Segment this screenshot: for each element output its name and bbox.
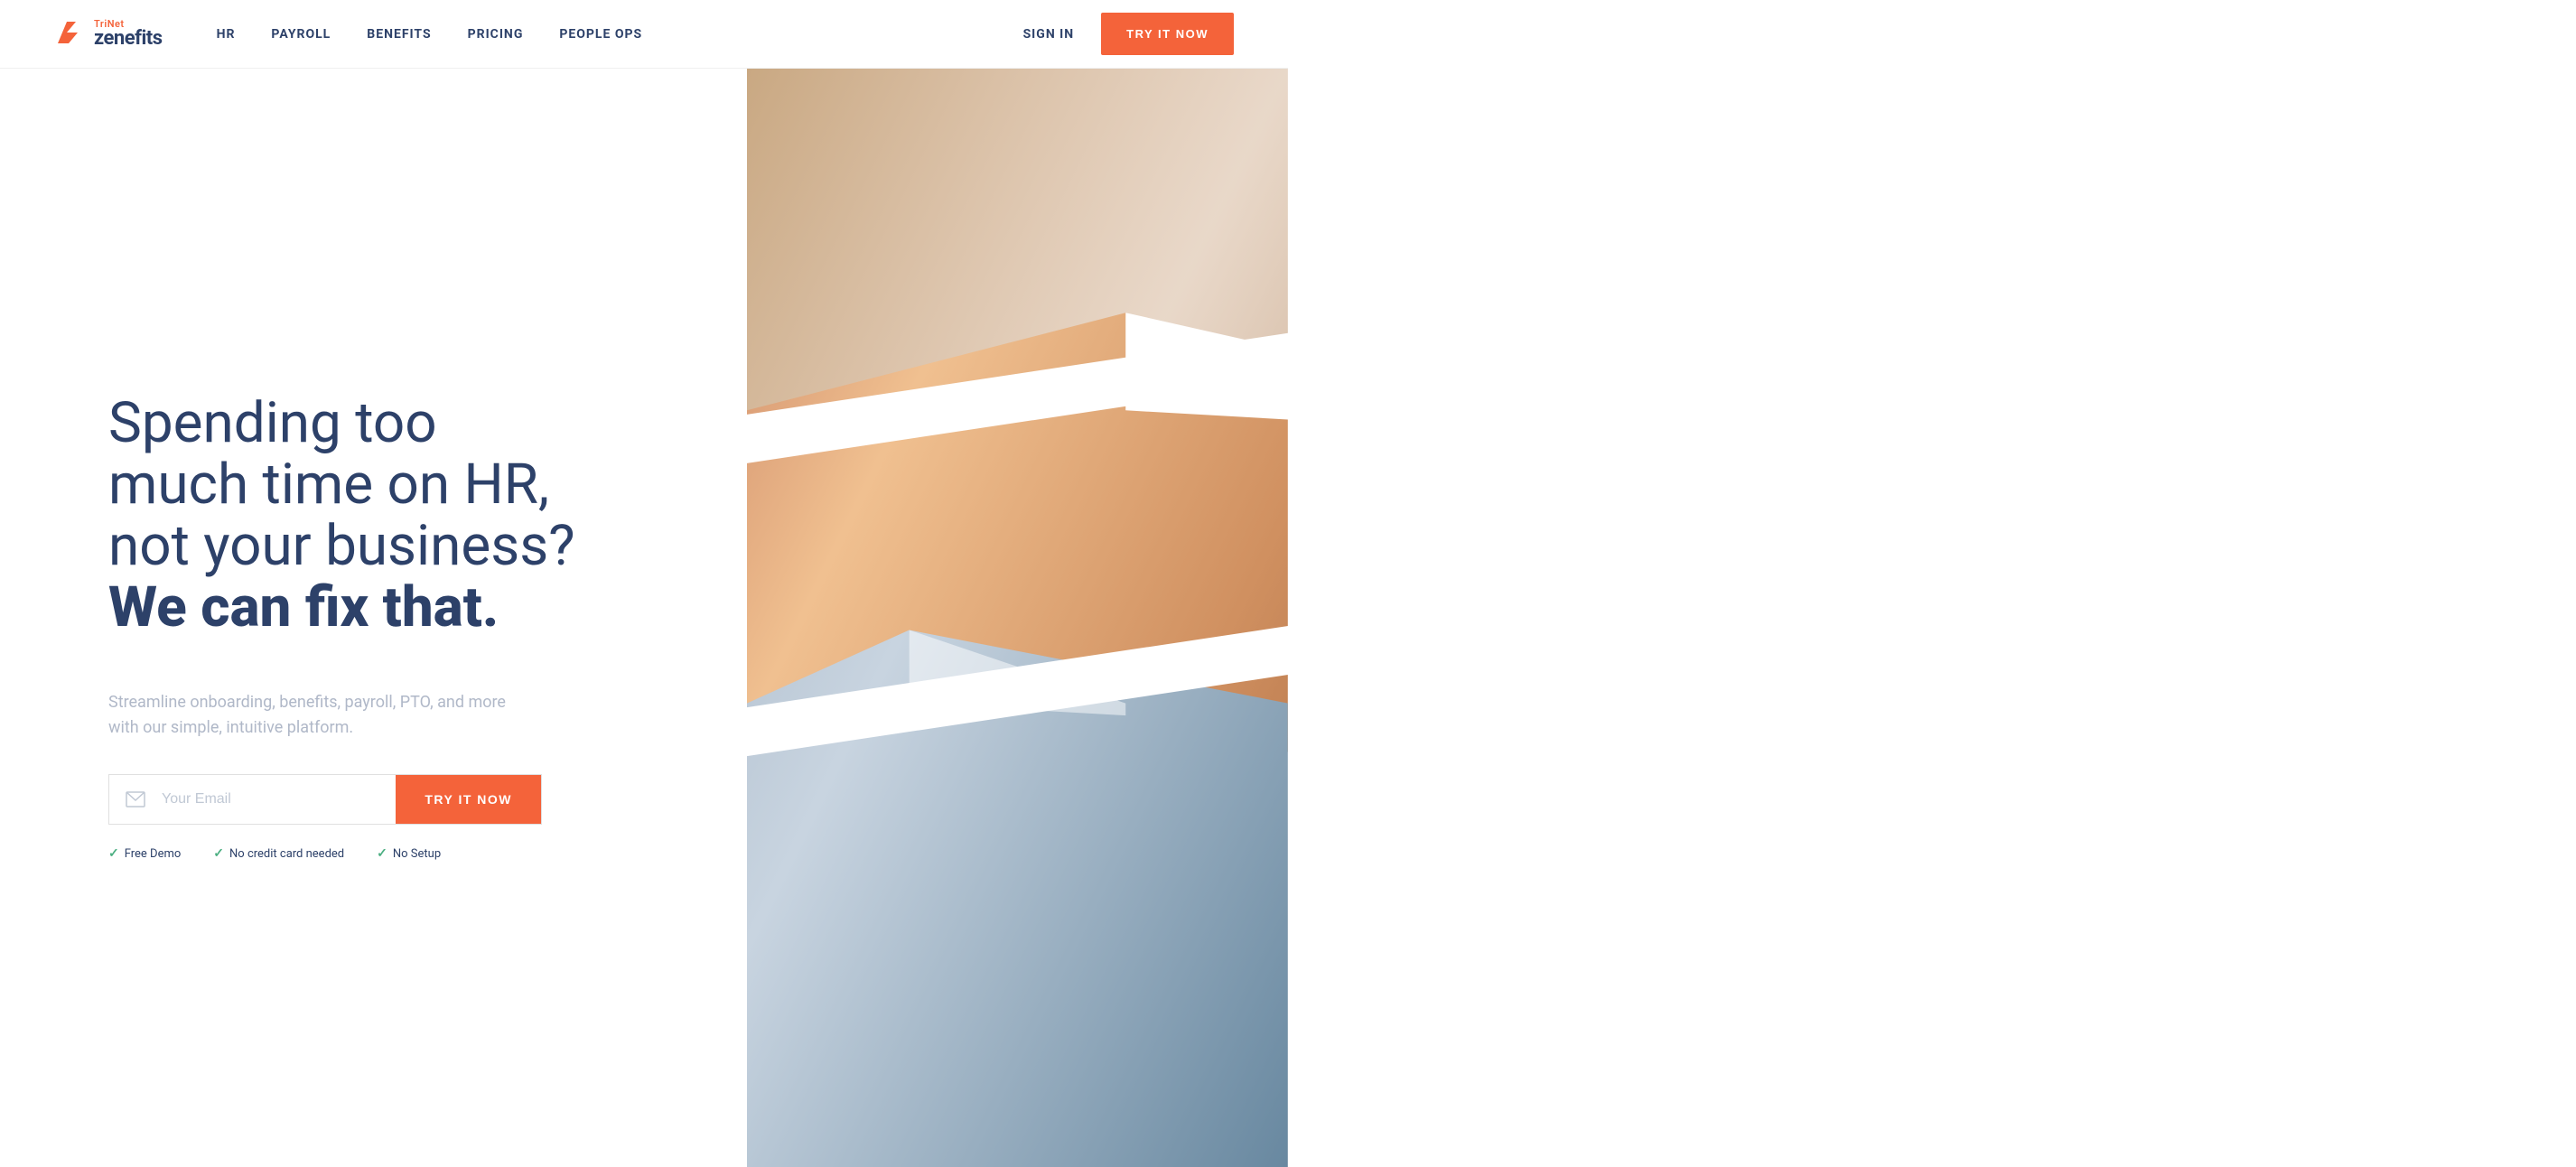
email-icon — [126, 791, 145, 808]
nav-right: SIGN IN TRY IT NOW — [1023, 13, 1234, 55]
z-shape-container — [747, 69, 1288, 1167]
nav-item-hr[interactable]: HR — [217, 27, 236, 42]
check-icon-3: ✓ — [377, 846, 387, 861]
z-shape-overlay — [747, 69, 1288, 1167]
logo-zenefits: zenefits — [94, 29, 163, 49]
nav-item-payroll[interactable]: PAYROLL — [271, 27, 331, 42]
hero-right — [747, 69, 1288, 1167]
perk-label-1: Free Demo — [125, 847, 182, 861]
hero-section: Spending too much time on HR, not your b… — [0, 69, 1288, 1167]
nav-item-people-ops[interactable]: PEOPLE OPS — [559, 27, 642, 42]
perk-no-credit-card: ✓ No credit card needed — [213, 846, 344, 861]
sign-in-link[interactable]: SIGN IN — [1023, 27, 1075, 42]
perks-list: ✓ Free Demo ✓ No credit card needed ✓ No… — [108, 846, 693, 861]
hero-left: Spending too much time on HR, not your b… — [0, 69, 747, 1167]
nav-item-benefits[interactable]: BENEFITS — [367, 27, 431, 42]
perk-no-setup: ✓ No Setup — [377, 846, 441, 861]
email-icon-wrap — [109, 775, 162, 824]
check-icon-1: ✓ — [108, 846, 119, 861]
perk-label-3: No Setup — [393, 847, 441, 861]
hero-headline: Spending too much time on HR, not your b… — [108, 393, 614, 640]
try-it-now-nav-button[interactable]: TRY IT NOW — [1101, 13, 1234, 55]
hero-headline-bold: We can fix that. — [108, 574, 499, 640]
check-icon-2: ✓ — [213, 846, 224, 861]
logo-icon — [54, 18, 87, 51]
perk-label-2: No credit card needed — [229, 847, 344, 861]
perk-free-demo: ✓ Free Demo — [108, 846, 181, 861]
logo-text: TriNet zenefits — [94, 19, 163, 49]
try-it-now-hero-button[interactable]: TRY IT NOW — [396, 775, 541, 824]
email-form: TRY IT NOW — [108, 774, 542, 825]
navbar: TriNet zenefits HR PAYROLL BENEFITS PRIC… — [0, 0, 1288, 69]
email-input[interactable] — [162, 775, 396, 824]
hero-subtext: Streamline onboarding, benefits, payroll… — [108, 690, 524, 742]
nav-item-pricing[interactable]: PRICING — [468, 27, 524, 42]
nav-links: HR PAYROLL BENEFITS PRICING PEOPLE OPS — [217, 27, 1023, 42]
logo[interactable]: TriNet zenefits — [54, 18, 163, 51]
